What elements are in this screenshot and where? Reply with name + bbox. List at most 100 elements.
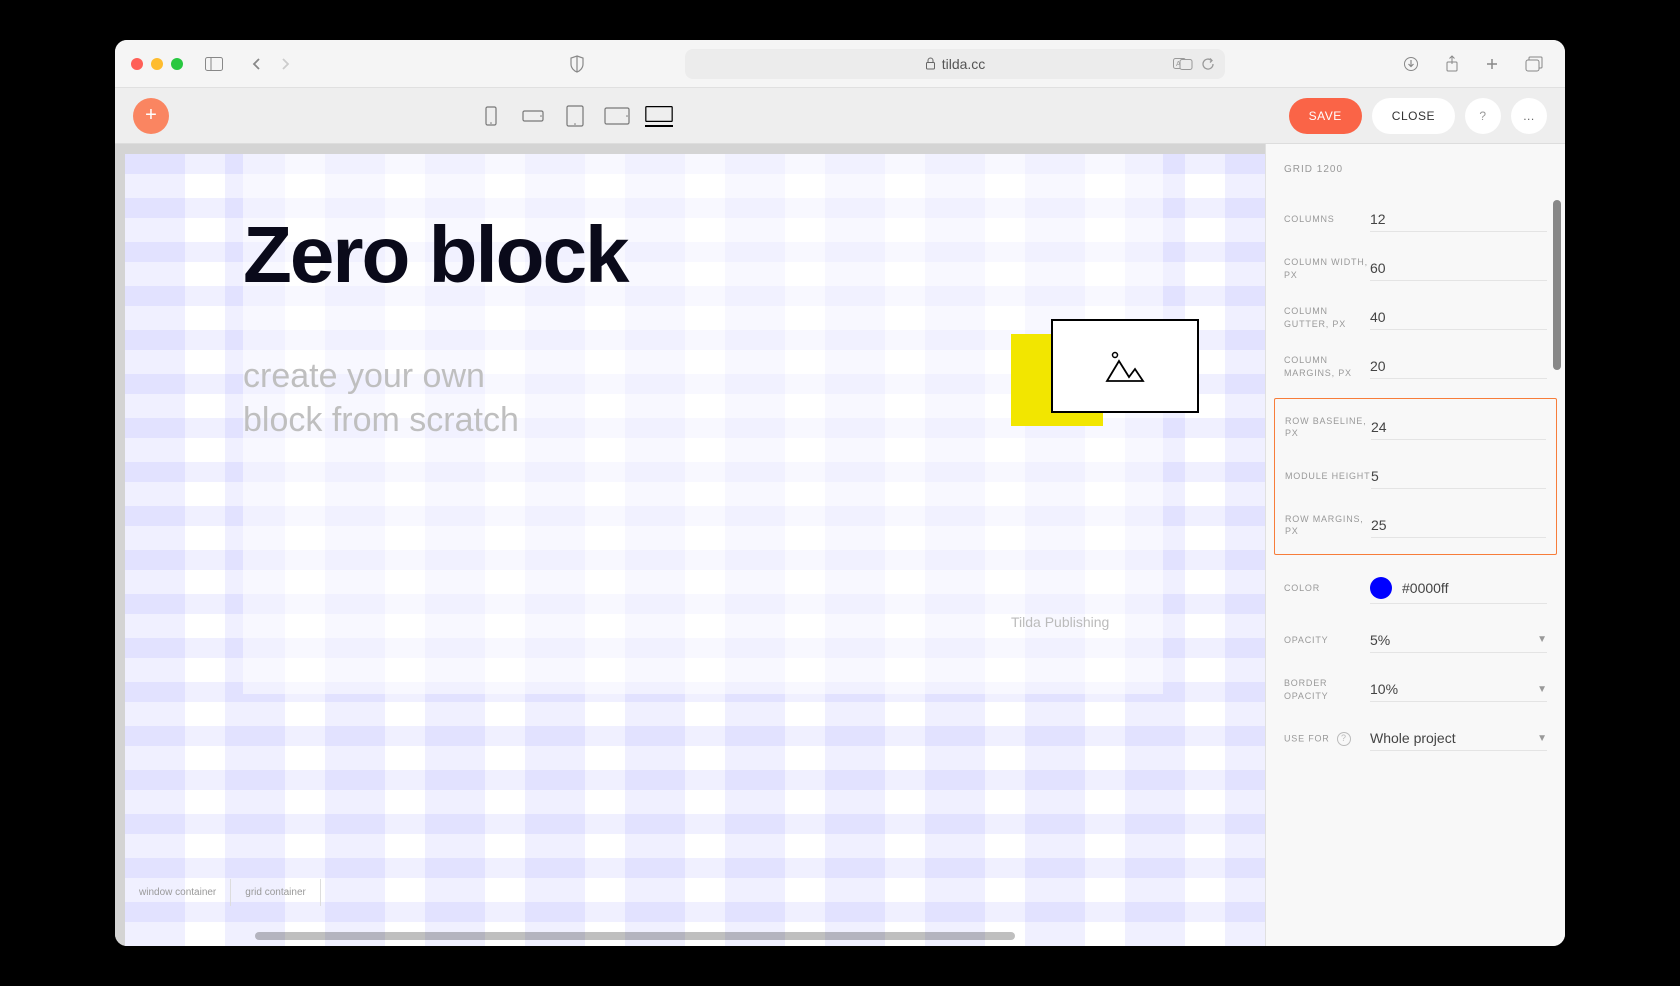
shield-icon: [569, 55, 585, 73]
column-width-input[interactable]: 60: [1370, 256, 1547, 281]
tabs-button[interactable]: [1519, 51, 1549, 77]
more-button[interactable]: ...: [1511, 98, 1547, 134]
browser-window: tilda.cc A + SAVE CLOSE ? ...: [115, 40, 1565, 946]
artboard[interactable]: Zero block create your own block from sc…: [243, 154, 1163, 694]
column-gutter-input[interactable]: 40: [1370, 305, 1547, 330]
chevron-left-icon: [251, 57, 263, 71]
minimize-window-button[interactable]: [151, 58, 163, 70]
new-tab-button[interactable]: [1479, 51, 1505, 77]
app-toolbar: + SAVE CLOSE ? ...: [115, 88, 1565, 144]
row-margins-label: Row Margins, px: [1285, 513, 1371, 538]
border-opacity-select[interactable]: 10% ▼: [1370, 677, 1547, 702]
translate-icon[interactable]: A: [1173, 57, 1193, 71]
share-button[interactable]: [1439, 51, 1465, 77]
chevron-right-icon: [279, 57, 291, 71]
tabs-icon: [1525, 56, 1543, 72]
device-phone-landscape-button[interactable]: [519, 105, 547, 127]
traffic-lights: [131, 58, 183, 70]
credit-text[interactable]: Tilda Publishing: [1011, 614, 1109, 630]
opacity-select[interactable]: 5% ▼: [1370, 628, 1547, 653]
window-container-tab[interactable]: window container: [125, 879, 231, 906]
panel-title: GRID 1200: [1284, 164, 1547, 175]
module-height-input[interactable]: 5: [1371, 464, 1546, 489]
row-baseline-row: Row Baseline, px 24: [1285, 403, 1546, 452]
help-button[interactable]: ?: [1465, 98, 1501, 134]
subheading[interactable]: create your own block from scratch: [243, 354, 519, 442]
row-baseline-label: Row Baseline, px: [1285, 415, 1371, 440]
grid-container-tab[interactable]: grid container: [231, 879, 321, 906]
canvas-area[interactable]: Zero block create your own block from sc…: [115, 144, 1265, 946]
reload-icon[interactable]: [1201, 57, 1215, 71]
module-height-row: Module Height 5: [1285, 452, 1546, 501]
save-button[interactable]: SAVE: [1289, 98, 1362, 134]
column-width-row: Column Width, px 60: [1284, 244, 1547, 293]
chevron-down-icon: ▼: [1537, 733, 1547, 744]
canvas-footer: window container grid container: [125, 879, 321, 906]
color-value: #0000ff: [1402, 580, 1448, 596]
border-opacity-value: 10%: [1370, 681, 1398, 697]
column-margins-label: Column Margins, px: [1284, 354, 1370, 379]
color-input[interactable]: #0000ff: [1370, 573, 1547, 604]
sidebar-icon: [205, 57, 223, 71]
download-icon: [1403, 56, 1419, 72]
close-button[interactable]: CLOSE: [1372, 98, 1455, 134]
color-row: Color #0000ff: [1284, 561, 1547, 616]
device-tablet-button[interactable]: [561, 105, 589, 127]
column-margins-input[interactable]: 20: [1370, 354, 1547, 379]
image-icon: [1105, 349, 1145, 383]
use-for-select[interactable]: Whole project ▼: [1370, 726, 1547, 751]
module-height-label: Module Height: [1285, 470, 1371, 483]
browser-titlebar: tilda.cc A: [115, 40, 1565, 88]
address-bar[interactable]: tilda.cc A: [685, 49, 1225, 79]
shield-button[interactable]: [563, 51, 591, 77]
device-phone-button[interactable]: [477, 105, 505, 127]
image-placeholder[interactable]: [1051, 319, 1199, 413]
row-margins-input[interactable]: 25: [1371, 513, 1546, 538]
downloads-button[interactable]: [1397, 51, 1425, 77]
device-desktop-button[interactable]: [645, 105, 673, 127]
question-icon: ?: [1479, 109, 1486, 123]
border-opacity-label: Border Opacity: [1284, 677, 1370, 702]
vertical-scrollbar[interactable]: [1553, 200, 1561, 370]
url-text: tilda.cc: [942, 56, 986, 72]
maximize-window-button[interactable]: [171, 58, 183, 70]
plus-icon: [1485, 57, 1499, 71]
plus-icon: +: [145, 104, 157, 127]
row-margins-row: Row Margins, px 25: [1285, 501, 1546, 550]
chevron-down-icon: ▼: [1537, 634, 1547, 645]
tablet-icon: [566, 105, 584, 127]
color-swatch: [1370, 577, 1392, 599]
help-icon[interactable]: ?: [1337, 732, 1351, 746]
border-opacity-row: Border Opacity 10% ▼: [1284, 665, 1547, 714]
row-baseline-input[interactable]: 24: [1371, 415, 1546, 440]
lock-icon: [925, 57, 936, 70]
columns-input[interactable]: 12: [1370, 207, 1547, 232]
share-icon: [1445, 55, 1459, 73]
column-margins-row: Column Margins, px 20: [1284, 342, 1547, 391]
column-width-label: Column Width, px: [1284, 256, 1370, 281]
close-window-button[interactable]: [131, 58, 143, 70]
grid-background: Zero block create your own block from sc…: [125, 154, 1265, 946]
phone-landscape-icon: [522, 110, 544, 122]
add-block-button[interactable]: +: [133, 98, 169, 134]
tablet-landscape-icon: [604, 107, 630, 125]
columns-label: Columns: [1284, 213, 1370, 226]
chevron-down-icon: ▼: [1537, 684, 1547, 695]
heading[interactable]: Zero block: [243, 209, 628, 301]
forward-button[interactable]: [273, 53, 297, 75]
more-icon: ...: [1523, 109, 1535, 123]
phone-icon: [485, 106, 497, 126]
use-for-row: Use for ? Whole project ▼: [1284, 714, 1547, 763]
svg-text:A: A: [1176, 61, 1181, 68]
horizontal-scrollbar[interactable]: [255, 932, 1015, 940]
opacity-row: Opacity 5% ▼: [1284, 616, 1547, 665]
sidebar-toggle-button[interactable]: [199, 53, 229, 75]
device-switcher: [477, 105, 673, 127]
device-tablet-landscape-button[interactable]: [603, 105, 631, 127]
back-button[interactable]: [245, 53, 269, 75]
opacity-value: 5%: [1370, 632, 1390, 648]
columns-row: Columns 12: [1284, 195, 1547, 244]
use-for-value: Whole project: [1370, 730, 1456, 746]
desktop-icon: [645, 104, 673, 124]
highlighted-rows: Row Baseline, px 24 Module Height 5 Row …: [1274, 398, 1557, 555]
